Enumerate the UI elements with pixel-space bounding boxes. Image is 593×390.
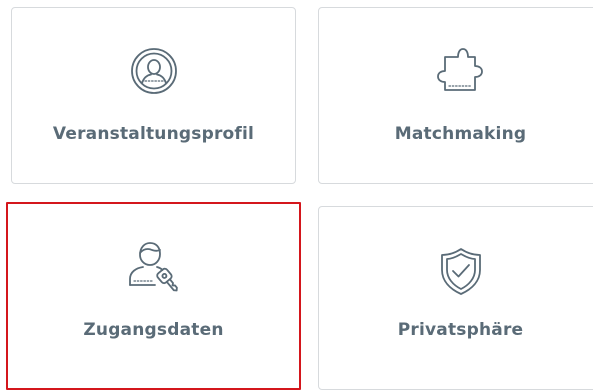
shield-check-icon bbox=[439, 246, 483, 296]
tile-zugangsdaten[interactable]: Zugangsdaten bbox=[6, 202, 301, 390]
puzzle-piece-icon bbox=[434, 44, 488, 98]
tile-label: Privatsphäre bbox=[397, 320, 524, 340]
profile-circle-icon bbox=[129, 46, 179, 96]
tile-matchmaking[interactable]: Matchmaking bbox=[318, 7, 593, 184]
user-key-icon bbox=[125, 239, 183, 297]
tile-label: Veranstaltungsprofil bbox=[52, 124, 255, 144]
tile-veranstaltungsprofil[interactable]: Veranstaltungsprofil bbox=[11, 7, 296, 184]
tile-privatsphaere[interactable]: Privatsphäre bbox=[318, 206, 593, 390]
tile-label: Matchmaking bbox=[394, 124, 527, 144]
tile-label: Zugangsdaten bbox=[83, 320, 224, 340]
